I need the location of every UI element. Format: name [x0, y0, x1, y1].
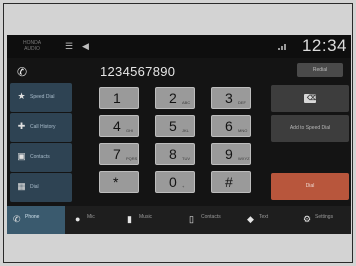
history-icon: ✚ — [17, 121, 26, 131]
sidebar-item-speed-dial[interactable]: ★ Speed Dial — [10, 83, 72, 112]
key-digit: 6 — [225, 118, 233, 134]
key-9[interactable]: 9 WXYZ — [211, 143, 251, 165]
dialed-number: 1234567890 — [100, 64, 176, 79]
key-letters: MNO — [238, 128, 248, 133]
phone-icon: ✆ — [17, 65, 28, 79]
dial-button[interactable]: Dial — [271, 173, 349, 200]
backspace-icon: ⌫ — [304, 94, 317, 103]
key-5[interactable]: 5 JKL — [155, 115, 195, 137]
sidebar-item-call-history[interactable]: ✚ Call History — [10, 113, 72, 142]
clock: 12:34 — [301, 36, 347, 55]
key-8[interactable]: 8 TUV — [155, 143, 195, 165]
key-letters: + — [182, 184, 185, 189]
backspace-glyph: ⌫ — [307, 95, 317, 102]
tab-settings[interactable]: ⚙ Settings — [297, 206, 351, 234]
key-star[interactable]: * — [99, 171, 139, 193]
key-digit: 5 — [169, 118, 177, 134]
key-letters: TUV — [182, 156, 190, 161]
key-3[interactable]: 3 DEF — [211, 87, 251, 109]
text-icon: ◆ — [247, 214, 254, 224]
add-to-speed-dial-button[interactable]: Add to Speed Dial — [271, 115, 349, 142]
key-letters: JKL — [182, 128, 189, 133]
key-digit: # — [225, 174, 233, 190]
key-digit: * — [113, 174, 119, 190]
tab-music[interactable]: ▮ Music — [121, 206, 181, 234]
key-digit: 8 — [169, 146, 177, 162]
key-letters: ABC — [182, 100, 191, 105]
phone-icon: ✆ — [13, 214, 21, 224]
add-to-speed-dial-label: Add to Speed Dial — [289, 125, 331, 131]
tab-label: Phone — [25, 214, 40, 220]
key-letters: DEF — [238, 100, 246, 105]
signal-icon — [278, 44, 288, 50]
key-letters: GHI — [126, 128, 134, 133]
key-4[interactable]: 4 GHI — [99, 115, 139, 137]
key-6[interactable]: 6 MNO — [211, 115, 251, 137]
key-letters: PQRS — [126, 156, 138, 161]
music-icon: ▮ — [127, 214, 132, 224]
bottom-nav: ✆ Phone ● Mic ▮ Music ▯ Contacts ◆ Text … — [7, 206, 351, 234]
sidebar-item-label: Speed Dial — [30, 94, 55, 100]
key-hash[interactable]: # — [211, 171, 251, 193]
key-digit: 9 — [225, 146, 233, 162]
tab-phone[interactable]: ✆ Phone — [7, 206, 65, 234]
sidebar-item-label: Call History — [30, 124, 56, 130]
sidebar-item-label: Contacts — [30, 154, 50, 160]
sidebar-item-contacts[interactable]: ▣ Contacts — [10, 143, 72, 172]
device-icon: ▯ — [189, 214, 194, 224]
key-2[interactable]: 2 ABC — [155, 87, 195, 109]
key-0[interactable]: 0 + — [155, 171, 195, 193]
phone-screen: HONDA AUDIO ☰ ◀ 12:34 ✆ 1234567890 Redia… — [7, 35, 351, 234]
key-letters: WXYZ — [238, 156, 250, 161]
keypad-icon: ▦ — [17, 181, 26, 191]
key-1[interactable]: 1 — [99, 87, 139, 109]
key-digit: 0 — [169, 174, 177, 190]
volume-icon[interactable]: ◀ — [82, 41, 89, 51]
sidebar-item-label: Dial — [30, 184, 39, 190]
menu-icon[interactable]: ☰ — [65, 41, 73, 51]
tab-text[interactable]: ◆ Text — [241, 206, 295, 234]
settings-icon: ⚙ — [303, 214, 312, 224]
tab-label: Mic — [87, 214, 95, 220]
key-7[interactable]: 7 PQRS — [99, 143, 139, 165]
redial-button-label: Redial — [312, 67, 328, 73]
status-bar: HONDA AUDIO ☰ ◀ 12:34 — [7, 35, 351, 58]
backspace-button[interactable]: ⌫ — [271, 85, 349, 112]
tab-contacts[interactable]: ▯ Contacts — [183, 206, 239, 234]
tab-label: Text — [259, 214, 269, 220]
key-digit: 3 — [225, 90, 233, 106]
tab-label: Settings — [315, 214, 334, 220]
key-digit: 1 — [113, 90, 121, 106]
tab-mic[interactable]: ● Mic — [69, 206, 119, 234]
dial-button-label: Dial — [305, 183, 315, 189]
mic-icon: ● — [75, 214, 81, 224]
key-digit: 4 — [113, 118, 121, 134]
sidebar-item-dial[interactable]: ▦ Dial — [10, 173, 72, 202]
tab-label: Contacts — [201, 214, 221, 220]
star-icon: ★ — [17, 91, 26, 101]
contacts-icon: ▣ — [17, 151, 26, 161]
key-digit: 7 — [113, 146, 121, 162]
key-digit: 2 — [169, 90, 177, 106]
status-app-label: HONDA AUDIO — [22, 40, 42, 52]
tab-label: Music — [139, 214, 153, 220]
redial-button[interactable]: Redial — [297, 63, 343, 77]
